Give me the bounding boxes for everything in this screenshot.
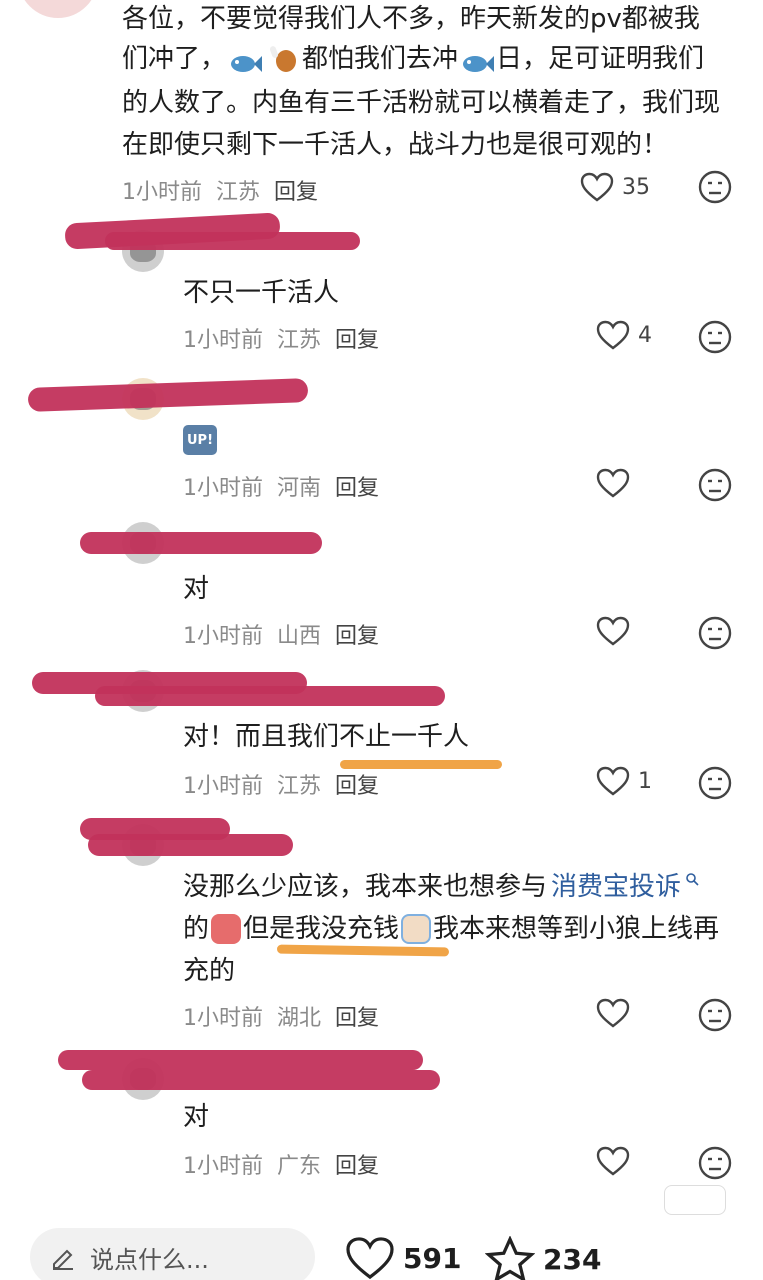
reply-button[interactable]: 回复 [335,618,379,650]
like-count: 4 [638,322,652,348]
username-redaction [95,686,445,706]
reply-text: 对 [183,574,210,604]
reply-button[interactable]: 回复 [335,322,379,354]
reply-text-line-2: 的 但是我没充钱 我本来想等到小狼上线再 [183,910,719,948]
comment-location: 湖北 [277,1006,322,1031]
comment-time: 1小时前 [183,624,263,649]
comment-location: 广东 [277,1154,322,1179]
top-comment-meta: 1小时前 江苏 回复 [122,174,318,206]
post-favorite-count: 234 [543,1242,602,1276]
comment-time: 1小时前 [122,180,202,205]
reply-meta: 1小时前 江苏 回复 [183,322,379,354]
reply-text: 不只一千活人 [183,278,340,308]
crying-face-icon [211,914,242,944]
star-icon [485,1236,535,1280]
drumstick-icon [268,44,298,74]
post-favorite-button[interactable]: 234 [485,1236,601,1280]
dislike-face-icon[interactable] [698,998,732,1032]
reply-button[interactable]: 回复 [335,470,379,502]
search-icon [686,873,699,886]
search-link[interactable]: 消费宝投诉 [551,868,681,906]
like-button[interactable] [596,616,638,646]
top-comment-line-2b: 都怕我们去冲 [302,44,459,74]
comment-location: 河南 [277,476,322,501]
username-redaction [88,834,293,856]
reply-meta: 1小时前 广东 回复 [183,1148,379,1180]
reply-text-part: 没那么少应该，我本来也想参与 [183,872,548,902]
comment-location: 山西 [277,624,322,649]
heart-icon [346,1237,394,1280]
username-redaction [82,1070,440,1090]
top-comment-line-2c: 日，足可证明我们 [496,44,705,74]
like-button[interactable] [596,1146,638,1176]
username-redaction [105,232,360,250]
top-comment-line-2: 们冲了， 都怕我们去冲 日，足可证明我们 [122,40,704,78]
reply-button[interactable]: 回复 [335,768,379,800]
comment-time: 1小时前 [183,476,263,501]
like-button[interactable] [596,998,638,1028]
heart-icon [596,320,630,350]
fish-icon [460,48,495,72]
like-button[interactable] [596,468,638,498]
watermark-logo [664,1185,726,1215]
reply-text-line-1: 没那么少应该，我本来也想参与 消费宝投诉 [183,868,699,906]
comment-input[interactable]: 说点什么... [30,1228,315,1280]
comment-time: 1小时前 [183,774,263,799]
reply-text: 对！而且我们不止一千人 [183,722,470,752]
heart-icon [596,1146,630,1176]
comment-time: 1小时前 [183,1154,263,1179]
dislike-face-icon[interactable] [698,616,732,650]
like-button[interactable]: 4 [596,320,652,350]
heart-icon [596,766,630,796]
up-badge: UP! [183,425,217,455]
like-button[interactable]: 35 [580,172,650,202]
top-comment-line-4: 在即使只剩下一千活人，战斗力也是很可观的！ [122,130,669,160]
reply-text-part: 但是我没充钱 [243,914,400,944]
like-count: 35 [622,174,650,200]
heart-icon [596,998,630,1028]
comment-time: 1小时前 [183,328,263,353]
top-comment-line-2a: 们冲了， [122,44,227,74]
highlight-underline [276,944,450,957]
username-redaction [80,532,322,554]
username-redaction [58,1050,423,1070]
reply-button[interactable]: 回复 [274,174,318,206]
dislike-face-icon[interactable] [698,320,732,354]
reply-text-part: 我本来想等到小狼上线再 [433,914,720,944]
reply-meta: 1小时前 湖北 回复 [183,1000,379,1032]
comment-time: 1小时前 [183,1006,263,1031]
reply-meta: 1小时前 山西 回复 [183,618,379,650]
dislike-face-icon[interactable] [698,766,732,800]
heart-icon [596,468,630,498]
dislike-face-icon[interactable] [698,468,732,502]
crying-dog-icon [401,914,432,944]
fish-icon [228,48,263,72]
post-like-button[interactable]: 591 [345,1236,461,1280]
comment-location: 江苏 [277,774,322,799]
reply-button[interactable]: 回复 [335,1148,379,1180]
like-button[interactable]: 1 [596,766,652,796]
reply-meta: 1小时前 河南 回复 [183,470,379,502]
heart-icon [580,172,614,202]
top-comment-line-3: 的人数了。内鱼有三千活粉就可以横着走了，我们现 [122,88,721,118]
top-comment-avatar[interactable] [18,0,98,18]
post-like-count: 591 [403,1241,462,1275]
reply-text: 对 [183,1102,210,1132]
username-redaction [27,378,309,412]
top-comment-line-1: 各位，不要觉得我们人不多，昨天新发的pv都被我 [122,4,700,34]
comment-input-placeholder: 说点什么... [90,1245,209,1274]
dislike-face-icon[interactable] [698,1146,732,1180]
pencil-icon [53,1249,73,1270]
comment-location: 江苏 [277,328,322,353]
reply-text-line-3: 充的 [183,956,236,986]
dislike-face-icon[interactable] [698,170,732,204]
heart-icon [596,616,630,646]
reply-meta: 1小时前 江苏 回复 [183,768,379,800]
reply-button[interactable]: 回复 [335,1000,379,1032]
comment-location: 江苏 [216,180,261,205]
reply-text-part: 的 [183,914,210,944]
like-count: 1 [638,768,652,794]
